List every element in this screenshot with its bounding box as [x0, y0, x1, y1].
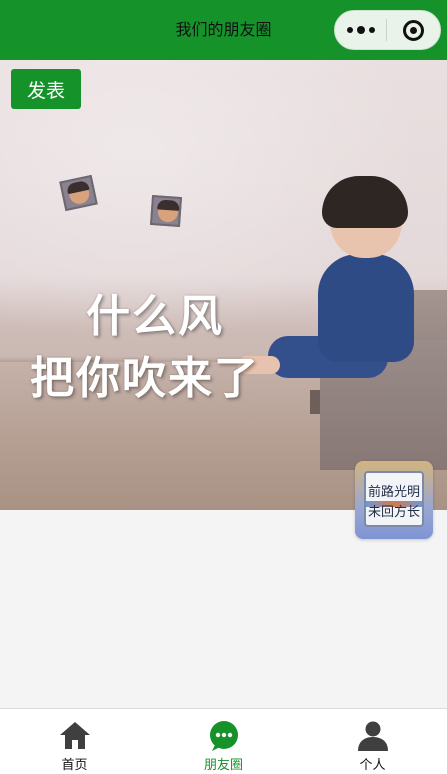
dot	[346, 27, 353, 33]
avatar-text-line-1: 前路光明	[367, 485, 420, 500]
app-root: 我们的朋友圈 什么风 把你吹来了 发表 前路光明 未回方长 首页 朋友圈 个人	[0, 0, 447, 774]
person-icon	[356, 719, 390, 753]
wall-sticker-icon	[149, 194, 183, 228]
tab-moments-label: 朋友圈	[203, 758, 243, 773]
header-bar: 我们的朋友圈	[0, 0, 447, 60]
home-icon	[58, 719, 92, 753]
avatar-text-line-2: 未回方长	[367, 505, 420, 520]
publish-button[interactable]: 发表	[11, 69, 81, 109]
tab-profile-label: 个人	[359, 758, 386, 773]
girl-body	[318, 254, 414, 362]
meme-caption-line-2: 把你吹来了	[30, 353, 260, 404]
sticker-hair	[157, 199, 180, 211]
ring	[403, 19, 424, 41]
tab-home[interactable]: 首页	[0, 709, 149, 774]
tab-moments[interactable]: 朋友圈	[149, 709, 298, 774]
avatar-card: 前路光明 未回方长	[364, 471, 424, 527]
mini-program-capsule	[334, 10, 441, 50]
more-dots-icon[interactable]	[335, 11, 386, 49]
dot	[356, 26, 365, 34]
target-circle-icon[interactable]	[387, 11, 440, 49]
dot	[368, 27, 375, 33]
tab-profile[interactable]: 个人	[298, 709, 447, 774]
ring-center	[410, 26, 417, 34]
meme-caption-line-1: 什么风	[86, 291, 224, 342]
feed-photo[interactable]: 什么风 把你吹来了	[0, 60, 447, 510]
sofa-leg	[310, 390, 320, 414]
chat-bubble-icon	[207, 719, 241, 753]
floating-avatar[interactable]: 前路光明 未回方长	[355, 461, 433, 539]
bottom-tab-bar: 首页 朋友圈 个人	[0, 708, 447, 774]
tab-home-label: 首页	[61, 758, 88, 773]
